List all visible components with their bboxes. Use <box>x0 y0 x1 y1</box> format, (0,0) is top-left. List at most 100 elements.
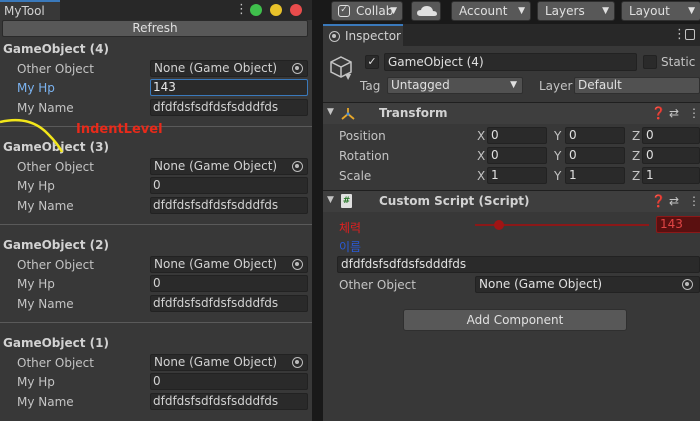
account-dropdown[interactable]: Account ▼ <box>451 1 531 21</box>
layer-value: Default <box>578 78 622 92</box>
position-z-input[interactable]: 0 <box>642 127 700 144</box>
other-object-label: Other Object <box>17 160 94 174</box>
position-y-input[interactable]: 0 <box>565 127 625 144</box>
collab-button[interactable]: ✓ Collab ▼ <box>331 1 403 21</box>
hp-value-input[interactable]: 143 <box>656 216 700 233</box>
axis-x-label[interactable]: X <box>477 149 485 163</box>
my-name-input[interactable]: dfdfdsfsdfdsfsdddfds <box>150 393 308 410</box>
chevron-down-icon: ▼ <box>518 6 525 16</box>
axis-x-label[interactable]: X <box>477 129 485 143</box>
axis-y-label[interactable]: Y <box>554 149 561 163</box>
layers-label: Layers <box>545 4 585 18</box>
rotation-x-input[interactable]: 0 <box>487 147 547 164</box>
my-name-input[interactable]: dfdfdsfsdfdsfsdddfds <box>150 295 308 312</box>
other-object-field[interactable]: None (Game Object) <box>150 158 308 175</box>
my-hp-input[interactable]: 0 <box>150 275 308 292</box>
preset-icon[interactable]: ⇄ <box>669 194 679 208</box>
scale-z-input[interactable]: 1 <box>642 167 700 184</box>
main-toolbar: ✓ Collab ▼ Account ▼ Layers ▼ Layout ▼ <box>323 0 700 24</box>
yellow-dot-icon[interactable] <box>270 4 282 16</box>
rotation-z-input[interactable]: 0 <box>642 147 700 164</box>
static-checkbox[interactable] <box>643 55 657 69</box>
my-hp-label: My Hp <box>17 81 55 95</box>
axis-z-label[interactable]: Z <box>632 169 640 183</box>
group-title: GameObject (2) <box>3 238 109 252</box>
kebab-menu-icon[interactable]: ⋮ <box>688 194 700 208</box>
red-dot-icon[interactable] <box>290 4 302 16</box>
hp-slider-knob[interactable] <box>494 220 505 230</box>
cloud-button[interactable] <box>411 1 441 21</box>
active-checkbox[interactable]: ✓ <box>365 55 379 69</box>
custom-script-header[interactable]: ▼ # Custom Script (Script) ❓ ⇄ ⋮ <box>323 190 700 212</box>
object-picker-icon[interactable] <box>292 259 303 270</box>
help-icon[interactable]: ❓ <box>651 106 666 120</box>
gameobject-group: GameObject (1) Other Object None (Game O… <box>0 336 312 421</box>
tag-label: Tag <box>360 79 381 93</box>
panel-divider[interactable] <box>312 0 323 421</box>
my-hp-label: My Hp <box>17 375 55 389</box>
inspector-tab[interactable]: Inspector <box>323 24 403 46</box>
my-hp-input[interactable]: 143 <box>150 79 308 96</box>
axis-y-label[interactable]: Y <box>554 169 561 183</box>
other-object-field[interactable]: None (Game Object) <box>475 276 700 293</box>
scale-y-input[interactable]: 1 <box>565 167 625 184</box>
icon-dropdown-chevron-icon[interactable]: ▼ <box>345 72 351 81</box>
custom-script-title: Custom Script (Script) <box>379 194 530 208</box>
axis-x-label[interactable]: X <box>477 169 485 183</box>
group-separator <box>0 322 312 323</box>
my-hp-input[interactable]: 0 <box>150 373 308 390</box>
object-picker-icon[interactable] <box>292 161 303 172</box>
chevron-down-icon: ▼ <box>510 80 517 90</box>
kebab-menu-icon[interactable]: ⋮ <box>235 3 248 17</box>
other-object-field[interactable]: None (Game Object) <box>150 256 308 273</box>
axis-y-label[interactable]: Y <box>554 129 561 143</box>
group-title: GameObject (1) <box>3 336 109 350</box>
scale-x-input[interactable]: 1 <box>487 167 547 184</box>
object-picker-icon[interactable] <box>292 357 303 368</box>
other-object-label: Other Object <box>17 62 94 76</box>
my-name-input[interactable]: dfdfdsfsdfdsfsdddfds <box>150 99 308 116</box>
position-label: Position <box>339 129 386 143</box>
preset-icon[interactable]: ⇄ <box>669 106 679 120</box>
my-name-input[interactable]: dfdfdsfsdfdsfsdddfds <box>150 197 308 214</box>
position-x-input[interactable]: 0 <box>487 127 547 144</box>
my-hp-label: My Hp <box>17 277 55 291</box>
static-label: Static <box>661 55 696 69</box>
layer-dropdown[interactable]: Default <box>574 77 700 94</box>
indent-level-annotation: IndentLevel <box>76 122 163 137</box>
object-picker-icon[interactable] <box>292 63 303 74</box>
my-hp-input[interactable]: 0 <box>150 177 308 194</box>
object-picker-icon[interactable] <box>682 279 693 290</box>
name-text-input[interactable]: dfdfdsfsdfdsfsdddfds <box>337 256 700 273</box>
other-object-label: Other Object <box>17 258 94 272</box>
green-dot-icon[interactable] <box>250 4 262 16</box>
mytool-tab[interactable]: MyTool <box>0 0 60 20</box>
add-component-button[interactable]: Add Component <box>403 309 627 331</box>
layers-dropdown[interactable]: Layers ▼ <box>537 1 615 21</box>
axis-z-label[interactable]: Z <box>632 129 640 143</box>
other-object-value: None (Game Object) <box>154 257 278 271</box>
axis-z-label[interactable]: Z <box>632 149 640 163</box>
rotation-y-input[interactable]: 0 <box>565 147 625 164</box>
inspector-tab-label: Inspector <box>345 29 401 43</box>
other-object-value: None (Game Object) <box>154 159 278 173</box>
layout-dropdown[interactable]: Layout ▼ <box>621 1 700 21</box>
transform-header[interactable]: ▼ Transform ❓ ⇄ ⋮ <box>323 102 700 124</box>
lock-icon[interactable] <box>685 29 695 40</box>
object-name-input[interactable]: GameObject (4) <box>384 53 637 71</box>
other-object-field[interactable]: None (Game Object) <box>150 354 308 371</box>
group-separator <box>0 224 312 225</box>
kebab-menu-icon[interactable]: ⋮ <box>673 28 686 42</box>
tag-dropdown[interactable]: Untagged ▼ <box>387 77 523 94</box>
my-hp-label: My Hp <box>17 179 55 193</box>
refresh-button[interactable]: Refresh <box>2 20 308 37</box>
foldout-arrow-icon[interactable]: ▼ <box>327 195 334 205</box>
help-icon[interactable]: ❓ <box>651 194 666 208</box>
other-object-field[interactable]: None (Game Object) <box>150 60 308 77</box>
foldout-arrow-icon[interactable]: ▼ <box>327 107 334 117</box>
scale-label: Scale <box>339 169 372 183</box>
cloud-icon <box>417 6 437 16</box>
collab-label: Collab <box>356 4 394 18</box>
mytool-tab-bar: MyTool ⋮ <box>0 0 312 20</box>
kebab-menu-icon[interactable]: ⋮ <box>688 106 700 120</box>
